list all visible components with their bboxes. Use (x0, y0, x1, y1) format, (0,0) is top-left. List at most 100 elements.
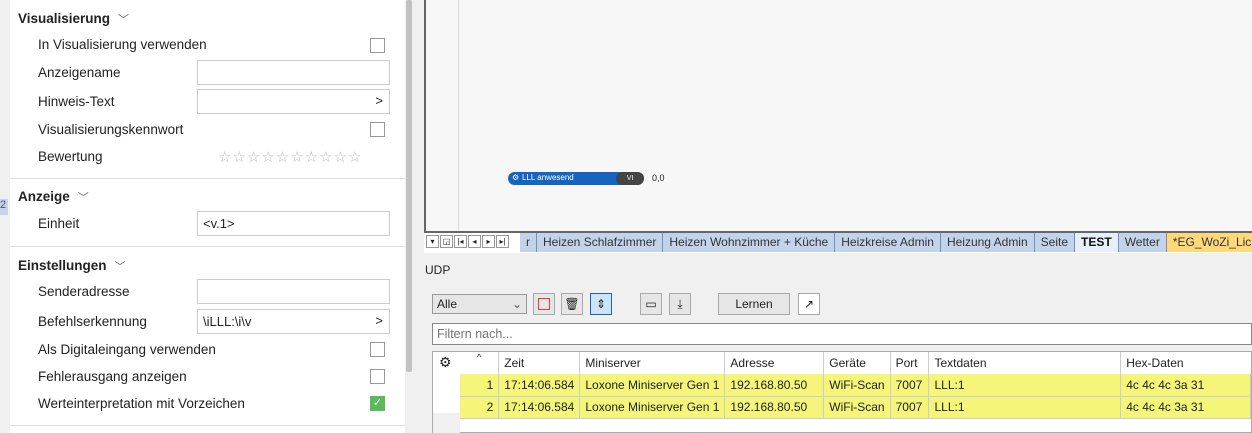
section-einstellungen[interactable]: Einstellungen ﹀ (18, 258, 126, 274)
prev-icon[interactable]: ◂ (468, 235, 481, 248)
next-icon[interactable]: ▸ (482, 235, 495, 248)
side-tag: 2 (0, 199, 8, 215)
einheit-input[interactable]: <v.1> (197, 211, 390, 236)
dropdown-icon[interactable]: ▾ (426, 235, 439, 248)
chevron-down-icon: ﹀ (77, 192, 89, 204)
cell: 17:14:06.584 (498, 374, 581, 397)
label: Visualisierungskennwort (38, 122, 184, 137)
tab-page[interactable]: Heizkreise Admin (835, 233, 941, 252)
column-header[interactable]: Port (890, 352, 930, 374)
download-icon: ⤓ (677, 297, 683, 311)
sort-caret-icon[interactable]: ^ (460, 352, 500, 374)
divider (10, 246, 405, 247)
filter-select[interactable]: Alle ⌄ (432, 294, 527, 314)
trash-icon: 🗑 (564, 297, 580, 311)
fehlerausgang-checkbox[interactable] (370, 369, 385, 384)
canvas-guide (458, 0, 459, 231)
udp-table: ⚙ ^ Zeit Miniserver Adresse Geräte Port … (432, 351, 1252, 433)
vorzeichen-checkbox[interactable]: ✓ (370, 396, 385, 411)
delete-button[interactable]: 🗑 (561, 293, 583, 315)
properties-pane: 2 Visualisierung ﹀ In Visualisierung verw… (0, 0, 420, 433)
learn-button[interactable]: Lernen (718, 293, 790, 315)
befehlserkennung-input[interactable]: \iLLL:\i\v > (197, 309, 390, 334)
cell: 4c 4c 4c 3a 31 (1120, 396, 1251, 419)
cell: 4c 4c 4c 3a 31 (1120, 374, 1251, 397)
use-in-visu-checkbox[interactable] (370, 38, 385, 53)
column-header[interactable]: Miniserver (579, 352, 726, 374)
tab-page[interactable]: Seite (1035, 233, 1076, 252)
chevron-right-icon: > (375, 93, 383, 108)
external-link-icon: ↗ (803, 297, 815, 311)
tab-page[interactable]: Wetter (1119, 233, 1167, 252)
download-button[interactable]: ⤓ (669, 293, 691, 315)
tab-page[interactable]: Heizen Wohnzimmer + Küche (663, 233, 836, 252)
divider (10, 425, 405, 426)
tabs: r Heizen Schlafzimmer Heizen Wohnzimmer + … (520, 233, 1252, 252)
expand-icon: ⇕ (595, 297, 607, 311)
cell: 17:14:06.584 (498, 396, 581, 419)
column-header[interactable]: Hex-Daten (1121, 352, 1251, 374)
anzeigename-input[interactable] (197, 60, 390, 85)
senderadresse-input[interactable] (197, 279, 390, 304)
section-title: Anzeige (18, 189, 70, 204)
label: Bewertung (38, 149, 103, 164)
gear-icon: ⚙ (512, 173, 520, 182)
folder-icon: ▭ (645, 297, 657, 311)
last-icon[interactable]: ▸| (496, 235, 509, 248)
cell: 2 (460, 396, 500, 419)
gear-icon[interactable]: ⚙ (439, 354, 452, 371)
cell: Loxone Miniserver Gen 1 (579, 374, 726, 397)
autoscroll-button[interactable]: ⇕ (590, 293, 612, 315)
chevron-down-icon: ﹀ (118, 14, 130, 26)
hinweis-text-input[interactable]: > (197, 89, 390, 114)
cell: Loxone Miniserver Gen 1 (579, 396, 726, 419)
tab-page[interactable]: *EG_WoZi_Licht (1166, 233, 1252, 252)
tab-page[interactable]: Heizen Schlafzimmer (537, 233, 664, 252)
popout-button[interactable]: ↗ (798, 293, 820, 315)
chevron-down-icon: ﹀ (114, 261, 126, 273)
table-header: ^ Zeit Miniserver Adresse Geräte Port Te… (460, 352, 1251, 374)
kennwort-checkbox[interactable] (370, 122, 385, 137)
tab-page[interactable]: r (520, 233, 537, 252)
program-canvas[interactable] (424, 0, 1252, 233)
label: Befehlserkennung (38, 314, 147, 329)
cell: 7007 (890, 396, 930, 419)
open-button[interactable]: ▭ (640, 293, 662, 315)
cell: WiFi-Scan (823, 374, 891, 397)
restore-icon[interactable]: ◲ (440, 235, 453, 248)
block-output[interactable]: VI (616, 172, 644, 185)
block-value: 0,0 (652, 173, 665, 183)
stop-icon (538, 298, 550, 310)
block-label: LLL anwesend (522, 173, 574, 182)
section-anzeige[interactable]: Anzeige ﹀ (18, 189, 89, 205)
cell: WiFi-Scan (823, 396, 891, 419)
cell: LLL:1 (928, 396, 1122, 419)
divider (10, 178, 405, 179)
stop-button[interactable] (533, 293, 555, 315)
column-header[interactable]: Adresse (724, 352, 825, 374)
first-icon[interactable]: |◂ (454, 235, 467, 248)
label: Werteinterpretation mit Vorzeichen (38, 396, 245, 411)
tab-page[interactable]: Heizung Admin (941, 233, 1035, 252)
label: In Visualisierung verwenden (38, 37, 207, 52)
label: Einheit (38, 216, 80, 231)
cell: 1 (460, 374, 500, 397)
label: Senderadresse (38, 284, 130, 299)
column-header[interactable]: Geräte (823, 352, 891, 374)
section-title: Einstellungen (18, 258, 107, 273)
rating-stars[interactable]: ☆☆☆☆☆☆☆☆☆☆ (218, 148, 362, 166)
section-visualisierung[interactable]: Visualisierung ﹀ (18, 11, 129, 27)
scrollbar[interactable] (406, 0, 412, 372)
befehl-value: \iLLL:\i\v (203, 314, 252, 329)
label: Anzeigename (38, 65, 121, 80)
digitaleingang-checkbox[interactable] (370, 342, 385, 357)
column-header[interactable]: Textdaten (928, 352, 1122, 374)
cell: 7007 (890, 374, 930, 397)
table-row[interactable]: 1 17:14:06.584 Loxone Miniserver Gen 1 192.… (460, 374, 1251, 397)
table-row[interactable]: 2 17:14:06.584 Loxone Miniserver Gen 1 192.… (460, 396, 1251, 419)
tab-page[interactable]: TEST (1075, 233, 1119, 252)
filter-input[interactable] (432, 323, 1252, 345)
function-block[interactable]: ⚙ LLL anwesend VI (508, 172, 644, 185)
cell: 192.168.80.50 (724, 374, 825, 397)
column-header[interactable]: Zeit (498, 352, 581, 374)
